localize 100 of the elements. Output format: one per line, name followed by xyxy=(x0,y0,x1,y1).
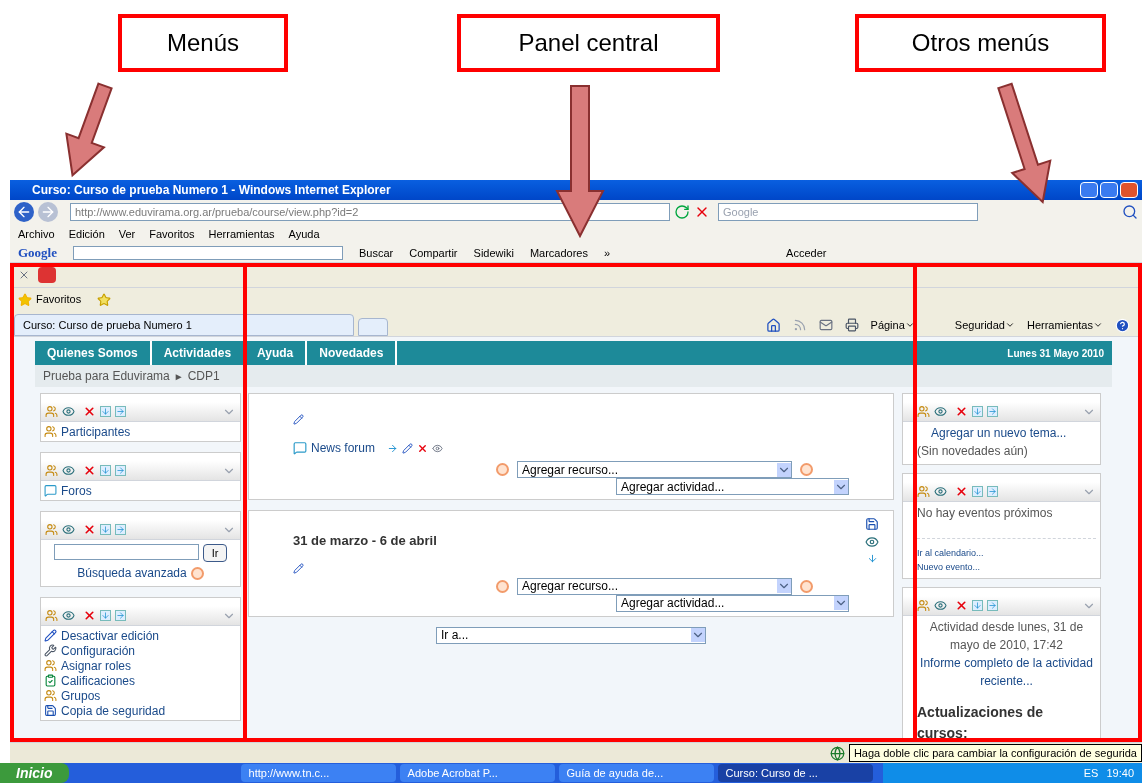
eye-icon[interactable] xyxy=(934,405,947,418)
delete-icon[interactable] xyxy=(417,442,428,454)
annotation-label: Panel central xyxy=(457,14,720,72)
delete-icon[interactable] xyxy=(83,523,96,536)
menu-item[interactable]: Ver xyxy=(118,225,136,243)
block-link[interactable]: Nuevo evento... xyxy=(917,560,1096,574)
move-down-icon[interactable] xyxy=(972,406,983,417)
command-menu[interactable]: Página xyxy=(870,316,905,334)
move-down-icon[interactable] xyxy=(972,486,983,497)
move-down-icon[interactable] xyxy=(100,610,111,621)
close-button[interactable] xyxy=(1120,182,1138,198)
eye-icon[interactable] xyxy=(62,464,75,477)
move-right-icon[interactable] xyxy=(115,610,126,621)
delete-icon[interactable] xyxy=(83,405,96,418)
delete-icon[interactable] xyxy=(955,405,968,418)
move-right-icon[interactable] xyxy=(115,406,126,417)
eye-icon[interactable] xyxy=(934,599,947,612)
eye-icon[interactable] xyxy=(62,405,75,418)
taskbar-button[interactable]: http://www.tn.c... xyxy=(240,764,396,782)
move-right-icon[interactable] xyxy=(115,524,126,535)
dropdown[interactable]: Ir a... xyxy=(436,626,706,644)
block-link[interactable]: Agregar un nuevo tema... xyxy=(917,424,1096,442)
toolbar-item[interactable]: Marcadores xyxy=(529,244,588,262)
move-right-icon[interactable] xyxy=(987,600,998,611)
pencil-icon[interactable] xyxy=(293,414,304,425)
move-down-icon[interactable] xyxy=(972,600,983,611)
caret-icon xyxy=(834,479,848,494)
delete-icon[interactable] xyxy=(83,609,96,622)
move-right-icon[interactable] xyxy=(387,442,398,454)
menu-item[interactable]: Edición xyxy=(68,225,105,243)
restore-button[interactable] xyxy=(1100,182,1118,198)
search-icon[interactable] xyxy=(1122,204,1138,220)
menu-item[interactable]: Favoritos xyxy=(149,225,195,243)
start-button[interactable]: Inicio xyxy=(0,763,69,783)
speech-bubble-icon xyxy=(44,484,57,497)
browser-tab[interactable]: Curso: Curso de prueba Numero 1 xyxy=(14,314,354,336)
toolbar-item[interactable]: Compartir xyxy=(409,244,458,262)
eye-icon[interactable] xyxy=(62,609,75,622)
block-link[interactable]: Informe completo de la actividad reciente... xyxy=(917,654,1096,690)
feed-icon[interactable] xyxy=(792,318,807,332)
toolbar-item[interactable]: Acceder xyxy=(786,244,827,262)
menu-item[interactable]: Archivo xyxy=(18,225,55,243)
command-menu[interactable]: Herramientas xyxy=(1026,316,1093,334)
dropdown[interactable]: Agregar recurso... xyxy=(517,577,792,595)
delete-icon[interactable] xyxy=(955,485,968,498)
block-link[interactable]: Ir al calendario... xyxy=(917,538,1096,561)
move-right-icon[interactable] xyxy=(115,465,126,476)
taskbar-button[interactable]: Adobe Acrobat P... xyxy=(399,764,555,782)
eye-icon[interactable] xyxy=(934,485,947,498)
home-icon[interactable] xyxy=(765,317,781,333)
eye-icon[interactable] xyxy=(62,523,75,536)
mail-icon[interactable] xyxy=(818,318,833,332)
refresh-icon[interactable] xyxy=(674,204,690,220)
advanced-search-link[interactable]: Búsqueda avanzada xyxy=(77,564,187,582)
dropdown[interactable]: Agregar recurso... xyxy=(517,461,792,478)
wrench-icon xyxy=(44,644,57,657)
pencil-icon xyxy=(44,629,57,642)
block-link[interactable]: Foros xyxy=(61,481,92,500)
breadcrumb-link[interactable]: Prueba para Eduvirama xyxy=(43,367,170,385)
status-tooltip: Haga doble clic para cambiar la configuración de segurida xyxy=(848,743,1142,763)
pencil-icon[interactable] xyxy=(402,442,413,454)
new-tab-button[interactable] xyxy=(358,318,388,336)
move-down-icon[interactable] xyxy=(100,524,111,535)
save-icon[interactable] xyxy=(865,517,879,531)
address-field[interactable]: http://www.eduvirama.org.ar/prueba/course/view.php?id=2 xyxy=(70,203,670,221)
search-field[interactable] xyxy=(53,544,199,560)
eye-icon[interactable] xyxy=(432,442,443,454)
move-down-icon[interactable] xyxy=(100,406,111,417)
move-right-icon[interactable] xyxy=(987,486,998,497)
move-down-icon[interactable] xyxy=(100,465,111,476)
taskbar-button[interactable]: Curso: Curso de ... xyxy=(717,764,873,782)
move-down-icon[interactable] xyxy=(866,553,878,564)
close-icon[interactable] xyxy=(18,269,30,281)
favorites-button[interactable]: Favoritos xyxy=(36,291,82,308)
caret-icon xyxy=(777,579,791,593)
block-link[interactable]: Participantes xyxy=(61,422,131,441)
menu-item[interactable]: Herramientas xyxy=(208,225,275,243)
toolbar-item[interactable]: Buscar xyxy=(359,244,394,262)
delete-icon[interactable] xyxy=(955,599,968,612)
pencil-icon[interactable] xyxy=(293,562,304,574)
eye-icon[interactable] xyxy=(865,535,879,549)
move-right-icon[interactable] xyxy=(987,406,998,417)
go-button[interactable]: Ir xyxy=(202,544,228,562)
add-star-icon[interactable] xyxy=(97,292,112,307)
command-menu[interactable]: Seguridad xyxy=(954,316,1005,334)
star-icon[interactable] xyxy=(18,292,32,307)
toolbar-item[interactable]: » xyxy=(604,244,611,262)
forum-link[interactable]: News forum xyxy=(311,439,375,457)
minimize-button[interactable] xyxy=(1080,182,1098,198)
search-field[interactable] xyxy=(73,246,343,260)
taskbar-button[interactable]: Guía de ayuda de... xyxy=(558,764,714,782)
menu-item[interactable]: Ayuda xyxy=(288,225,320,243)
globe-icon[interactable] xyxy=(829,745,845,761)
printer-icon[interactable] xyxy=(844,318,859,332)
dropdown[interactable]: Agregar actividad... xyxy=(616,594,849,612)
delete-icon[interactable] xyxy=(83,464,96,477)
dropdown[interactable]: Agregar actividad... xyxy=(616,478,849,495)
toolbar-item[interactable]: Sidewiki xyxy=(473,244,514,262)
language-indicator[interactable]: ES xyxy=(1083,764,1099,782)
back-icon[interactable] xyxy=(14,202,34,222)
